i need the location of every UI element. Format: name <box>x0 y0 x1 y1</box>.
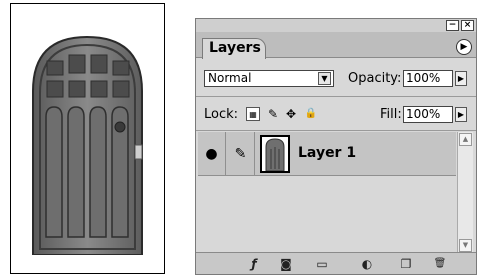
dropdown-arrow-icon[interactable]: ▼ <box>318 72 331 85</box>
door-image <box>32 35 143 255</box>
opacity-input[interactable]: 100% <box>403 70 453 87</box>
blend-mode-select[interactable]: Normal ▼ <box>204 70 334 87</box>
minimize-button[interactable]: − <box>446 20 459 31</box>
adjustment-layer-icon[interactable]: ◐ <box>359 257 375 271</box>
door-thumbnail-icon <box>265 138 285 172</box>
palette-bottom-bar: ƒ ◙ ▭ ◐ ❐ 🗑 <box>196 252 476 274</box>
layer-mask-icon[interactable]: ◙ <box>278 257 294 271</box>
document-canvas[interactable] <box>10 3 165 274</box>
new-layer-icon[interactable]: ❐ <box>398 257 414 271</box>
divider <box>196 96 476 97</box>
tab-strip: Layers ▶ <box>196 32 476 59</box>
lock-image-icon[interactable]: ✎ <box>266 107 280 121</box>
new-set-icon[interactable]: ▭ <box>314 257 330 271</box>
opacity-label: Opacity: <box>348 71 402 86</box>
trash-icon[interactable]: 🗑 <box>432 257 448 271</box>
scroll-up-icon[interactable]: ▲ <box>459 133 472 146</box>
divider <box>196 130 476 131</box>
menu-arrow-icon: ▶ <box>460 42 468 52</box>
tab-layers[interactable]: Layers <box>202 38 266 59</box>
lock-transparency-icon[interactable]: ▦ <box>246 107 260 121</box>
fill-input[interactable]: 100% <box>403 106 453 123</box>
scroll-down-icon[interactable]: ▼ <box>459 239 472 252</box>
eye-icon: ● <box>205 146 218 162</box>
palette-menu-button[interactable]: ▶ <box>456 39 472 55</box>
brush-icon: ✎ <box>234 146 247 162</box>
lock-position-icon[interactable]: ✥ <box>284 107 298 121</box>
layer-row[interactable]: ● ✎ Layer 1 <box>198 132 456 176</box>
lock-label: Lock: <box>204 107 239 122</box>
layer-style-icon[interactable]: ƒ <box>246 257 262 271</box>
visibility-toggle[interactable]: ● <box>198 132 226 176</box>
fill-stepper[interactable]: ▶ <box>455 107 467 122</box>
layer-thumbnail[interactable] <box>260 135 290 173</box>
opacity-stepper[interactable]: ▶ <box>455 71 467 86</box>
layers-palette: − × Layers ▶ Normal ▼ Opacity: 100% ▶ Lo… <box>195 18 477 275</box>
link-toggle[interactable]: ✎ <box>227 132 255 176</box>
lock-all-icon[interactable]: 🔒 <box>304 107 318 121</box>
layer-name[interactable]: Layer 1 <box>298 145 356 161</box>
blend-mode-value: Normal <box>208 71 252 85</box>
fill-label: Fill: <box>380 107 402 122</box>
layers-scrollbar[interactable]: ▲ ▼ <box>457 132 473 253</box>
close-button[interactable]: × <box>461 20 474 31</box>
palette-title-bar[interactable]: − × <box>196 19 476 32</box>
layers-list: ● ✎ Layer 1 <box>198 132 456 253</box>
